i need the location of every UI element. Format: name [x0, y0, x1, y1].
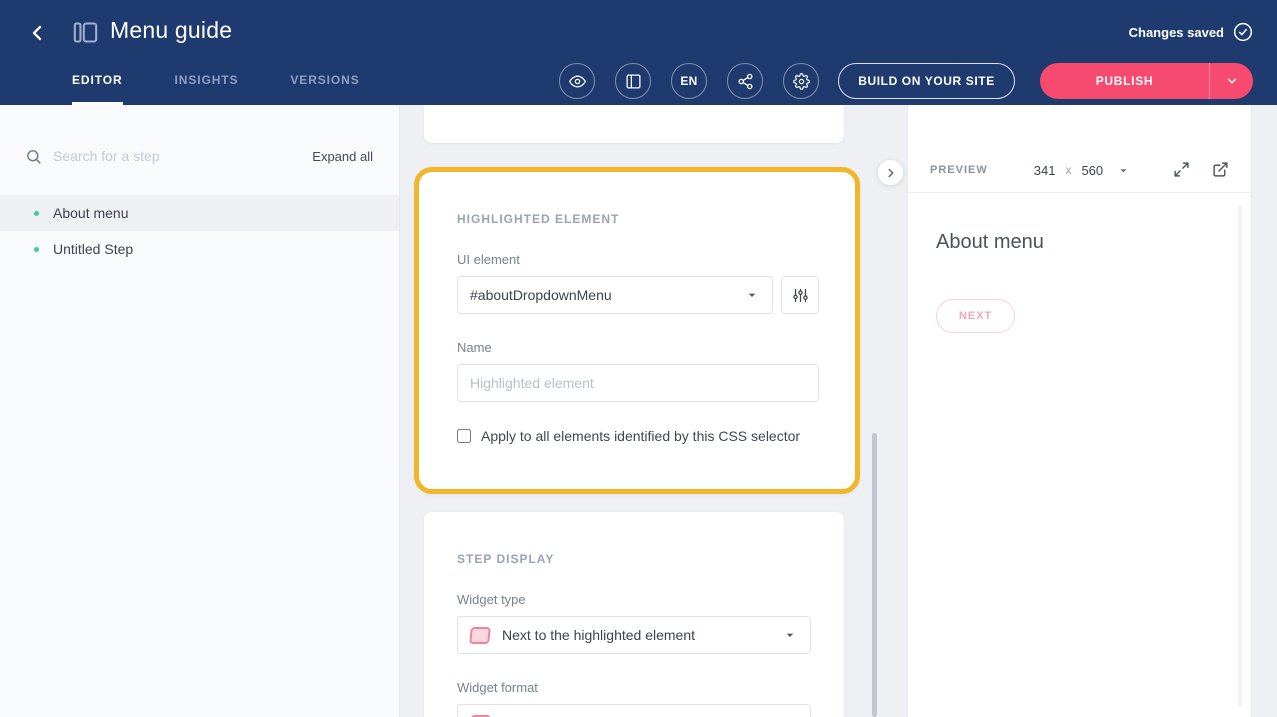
eye-icon — [569, 73, 586, 90]
step-editor-pane: HIGHLIGHTED ELEMENT UI element #aboutDro… — [400, 105, 907, 717]
widget-type-select[interactable]: Next to the highlighted element — [457, 616, 811, 654]
highlighted-element-card: HIGHLIGHTED ELEMENT UI element #aboutDro… — [414, 167, 860, 494]
preview-scrollbar[interactable] — [1238, 205, 1242, 707]
caret-down-icon — [744, 287, 760, 303]
build-on-your-site-button[interactable]: BUILD ON YOUR SITE — [838, 63, 1015, 99]
editor-scrollbar[interactable] — [872, 433, 877, 717]
chevron-left-icon — [25, 21, 49, 45]
tab-versions[interactable]: VERSIONS — [290, 58, 359, 105]
previous-settings-card — [424, 105, 844, 143]
preview-height-value: 560 — [1081, 163, 1103, 178]
step-list: About menu Untitled Step — [0, 195, 399, 267]
gear-icon — [793, 73, 810, 90]
step-search-row: Expand all — [0, 131, 399, 181]
language-button[interactable]: EN — [671, 63, 707, 99]
expand-all-button[interactable]: Expand all — [312, 149, 373, 164]
chevron-right-icon — [884, 166, 898, 180]
widget-type-label: Widget type — [457, 592, 811, 607]
preview-actions — [1172, 161, 1229, 179]
guide-icon — [72, 19, 99, 46]
size-separator: x — [1065, 163, 1071, 177]
step-label: Untitled Step — [53, 241, 133, 257]
publish-dropdown-button[interactable] — [1209, 63, 1253, 99]
chevron-down-icon — [1225, 74, 1239, 88]
widget-format-label: Widget format — [457, 680, 811, 695]
ui-element-select[interactable]: #aboutDropdownMenu — [457, 276, 773, 314]
preview-size-control[interactable]: 341 x 560 — [1034, 163, 1131, 178]
sliders-icon — [792, 287, 809, 304]
highlighted-element-name-input[interactable] — [457, 364, 819, 402]
section-title: HIGHLIGHTED ELEMENT — [457, 212, 820, 226]
step-search-input[interactable] — [53, 148, 301, 164]
caret-down-icon — [782, 627, 798, 643]
preview-eye-button[interactable] — [559, 63, 595, 99]
apply-all-label: Apply to all elements identified by this… — [481, 428, 800, 444]
preview-next-button[interactable]: NEXT — [936, 299, 1015, 333]
step-display-card: STEP DISPLAY Widget type Next to the hig… — [424, 512, 844, 717]
tab-editor[interactable]: EDITOR — [72, 58, 123, 105]
publish-button-group: PUBLISH — [1040, 63, 1253, 99]
ui-element-row: #aboutDropdownMenu — [457, 276, 820, 314]
name-label: Name — [457, 340, 820, 355]
top-header: Menu guide Changes saved EDITOR INSIGHTS… — [0, 0, 1277, 105]
step-label: About menu — [53, 205, 129, 221]
steps-sidebar: Expand all About menu Untitled Step — [0, 105, 400, 717]
step-item-about-menu[interactable]: About menu — [0, 195, 399, 231]
step-bullet-icon — [34, 211, 39, 216]
page-title: Menu guide — [110, 17, 232, 44]
element-picker-settings-button[interactable] — [781, 276, 819, 314]
publish-button[interactable]: PUBLISH — [1040, 63, 1209, 99]
apply-all-checkbox[interactable] — [457, 429, 471, 443]
changes-saved-status: Changes saved — [1129, 22, 1253, 42]
preview-header: PREVIEW 341 x 560 — [908, 148, 1251, 193]
external-link-icon — [1212, 161, 1229, 178]
settings-button[interactable] — [783, 63, 819, 99]
tab-insights[interactable]: INSIGHTS — [175, 58, 239, 105]
step-item-untitled[interactable]: Untitled Step — [0, 231, 399, 267]
section-title: STEP DISPLAY — [457, 552, 811, 566]
widget-type-icon — [469, 627, 491, 644]
header-toolbar: EN — [559, 63, 819, 99]
widget-type-value: Next to the highlighted element — [502, 627, 782, 643]
share-button[interactable] — [727, 63, 763, 99]
open-in-new-tab-button[interactable] — [1211, 161, 1229, 179]
back-button[interactable] — [22, 18, 52, 48]
header-tabs: EDITOR INSIGHTS VERSIONS — [72, 58, 360, 105]
expand-icon — [1173, 161, 1190, 178]
expand-preview-button[interactable] — [1172, 161, 1190, 179]
search-icon — [25, 148, 42, 165]
ui-element-label: UI element — [457, 252, 820, 267]
preview-label: PREVIEW — [930, 164, 988, 176]
ui-element-value: #aboutDropdownMenu — [470, 287, 744, 303]
preview-width-value: 341 — [1034, 163, 1056, 178]
check-circle-icon — [1233, 22, 1253, 42]
changes-saved-label: Changes saved — [1129, 25, 1224, 40]
layout-icon — [625, 73, 642, 90]
app-root: Menu guide Changes saved EDITOR INSIGHTS… — [0, 0, 1277, 717]
apply-all-row: Apply to all elements identified by this… — [457, 428, 820, 484]
caret-down-icon — [1116, 163, 1131, 178]
widget-format-select[interactable] — [457, 704, 811, 717]
collapse-preview-button[interactable] — [877, 159, 904, 186]
language-label: EN — [680, 74, 697, 88]
layout-button[interactable] — [615, 63, 651, 99]
share-icon — [737, 73, 754, 90]
step-bullet-icon — [34, 247, 39, 252]
preview-step-title: About menu — [936, 231, 1044, 254]
preview-panel: PREVIEW 341 x 560 About menu NEXT — [907, 105, 1252, 717]
